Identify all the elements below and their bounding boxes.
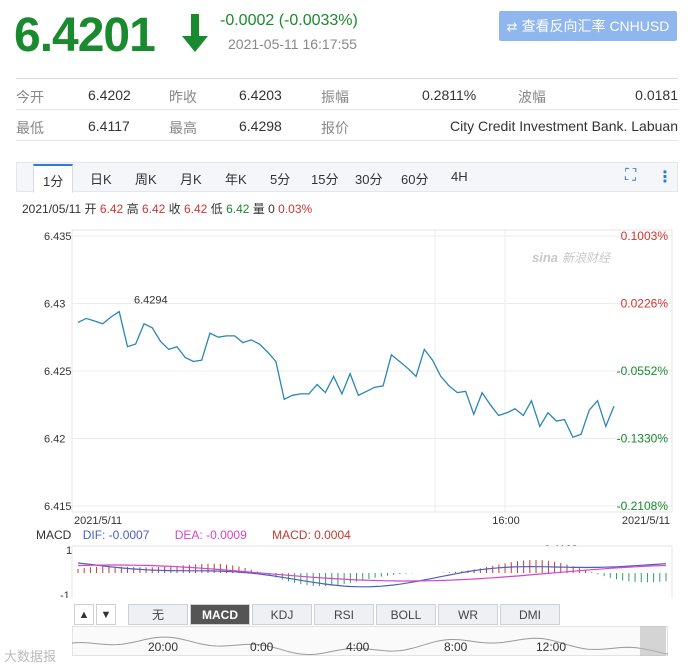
ind-tab-wr[interactable]: WR (438, 604, 498, 625)
macd-y-top: 1 (66, 545, 72, 557)
range-label: 波幅 (518, 89, 546, 105)
pct-tick-label: 0.1003% (621, 229, 669, 243)
range-value: 0.0181 (635, 87, 678, 103)
tab-1min[interactable]: 1分 (33, 164, 74, 193)
dea-value: DEA: -0.0009 (174, 528, 247, 542)
tab-15min[interactable]: 15分 (311, 169, 338, 188)
scroll-down-icon[interactable]: ▼ (96, 604, 116, 625)
high-value: 6.4298 (239, 118, 282, 134)
ohlc-vol: 0 (268, 202, 275, 216)
tab-5min[interactable]: 5分 (270, 169, 290, 188)
y-tick-label: 6.435 (44, 231, 72, 243)
swap-icon: ⇄ (506, 19, 518, 34)
low-label: 最低 (16, 120, 44, 136)
ohlc-high-label: 高 (126, 202, 139, 216)
open-label: 今开 (16, 89, 44, 105)
x-tick-label: 2021/5/11 (74, 515, 122, 527)
macd-value: MACD: 0.0004 (272, 528, 351, 542)
pct-tick-label: -0.2108% (617, 499, 669, 513)
nav-time-4: 12:00 (536, 640, 567, 654)
ohlc-close-label: 收 (168, 202, 181, 216)
nav-time-0: 20:00 (148, 640, 179, 654)
dif-value: DIF: -0.0007 (82, 528, 150, 542)
ind-tab-macd[interactable]: MACD (190, 604, 250, 625)
macd-title: MACD (36, 528, 72, 542)
reverse-rate-button[interactable]: ⇄ 查看反向汇率 CNHUSD (499, 11, 677, 41)
nav-time-2: 4:00 (346, 640, 370, 654)
ind-tab-boll[interactable]: BOLL (376, 604, 436, 625)
scroll-up-icon[interactable]: ▲ (74, 604, 94, 625)
low-value: 6.4117 (88, 118, 130, 134)
pct-tick-label: 0.0226% (621, 297, 669, 311)
tab-weekly[interactable]: 周K (135, 169, 157, 188)
ohlc-readout: 2021/05/11 开 6.42 高 6.42 收 6.42 低 6.42 量… (22, 200, 312, 217)
ind-tab-kdj[interactable]: KDJ (252, 604, 312, 625)
tab-monthly[interactable]: 月K (180, 169, 202, 188)
ohlc-open: 6.42 (99, 202, 124, 216)
more-icon[interactable]: ⋮ (657, 167, 673, 187)
tab-4h[interactable]: 4H (451, 169, 468, 184)
ind-tab-none[interactable]: 无 (128, 604, 188, 625)
ind-tab-dmi[interactable]: DMI (500, 604, 560, 625)
y-tick-label: 6.43 (44, 299, 65, 311)
current-price: 6.4201 (14, 9, 156, 62)
ohlc-date: 2021/05/11 (22, 202, 82, 216)
ohlc-pct: 0.03% (278, 202, 313, 216)
nav-time-3: 8:00 (444, 640, 468, 654)
tab-daily[interactable]: 日K (90, 169, 112, 188)
macd-y-bottom: -1 (60, 590, 70, 598)
tab-60min[interactable]: 60分 (401, 169, 428, 188)
ohlc-low-label: 低 (210, 202, 223, 216)
down-arrow-icon (182, 14, 208, 52)
info-row-1: 今开 6.4202 昨收 6.4203 振幅 0.2811% 波幅 0.0181 (16, 79, 678, 110)
tab-30min[interactable]: 30分 (355, 169, 382, 188)
fullscreen-icon[interactable]: ⛶ (625, 167, 636, 185)
macd-frame (71, 545, 673, 598)
corner-watermark: 大数据报 (4, 649, 57, 664)
ohlc-vol-label: 量 (252, 202, 265, 216)
y-tick-label: 6.42 (44, 434, 65, 446)
y-tick-label: 6.415 (44, 501, 72, 513)
ind-tab-rsi[interactable]: RSI (314, 604, 374, 625)
watermark: 新浪财经 (562, 251, 612, 265)
ohlc-low: 6.42 (226, 202, 250, 216)
pct-tick-label: -0.0552% (617, 364, 669, 378)
period-tabs: 1分 日K 周K 月K 年K 5分 15分 30分 60分 4H ⛶ ⋮ (16, 162, 678, 193)
high-label: 最高 (169, 120, 197, 136)
watermark-brand: sina (532, 250, 558, 265)
info-row-2: 最低 6.4117 最高 6.4298 报价 City Credit Inves… (16, 110, 678, 141)
ohlc-open-label: 开 (84, 202, 97, 216)
navigator-handle[interactable] (640, 626, 666, 656)
high-annotation: 6.4294 (134, 295, 168, 307)
ohlc-high: 6.42 (141, 202, 166, 216)
nav-time-1: 0:00 (250, 640, 274, 654)
prev-close-value: 6.4203 (239, 87, 282, 103)
quote-time: 2021-05-11 16:17:55 (228, 36, 357, 52)
amplitude-label: 振幅 (321, 89, 349, 105)
amplitude-value: 0.2811% (422, 87, 477, 103)
y-tick-label: 6.425 (44, 366, 72, 378)
price-change: -0.0002 (-0.0033%) (220, 12, 358, 29)
tab-yearly[interactable]: 年K (225, 169, 247, 188)
open-value: 6.4202 (88, 87, 131, 103)
pct-tick-label: -0.1330% (617, 432, 669, 446)
quote-info-table: 今开 6.4202 昨收 6.4203 振幅 0.2811% 波幅 0.0181… (16, 78, 678, 141)
x-tick-label: 2021/5/11 (622, 515, 670, 527)
macd-legend: MACD DIF: -0.0007 DEA: -0.0009 MACD: 0.0… (36, 528, 373, 542)
quoter-value: City Credit Investment Bank. Labuan (449, 118, 678, 134)
quoter-label: 报价 (321, 120, 349, 136)
ohlc-close: 6.42 (184, 202, 208, 216)
prev-close-label: 昨收 (169, 89, 197, 105)
x-tick-label: 16:00 (492, 515, 520, 527)
